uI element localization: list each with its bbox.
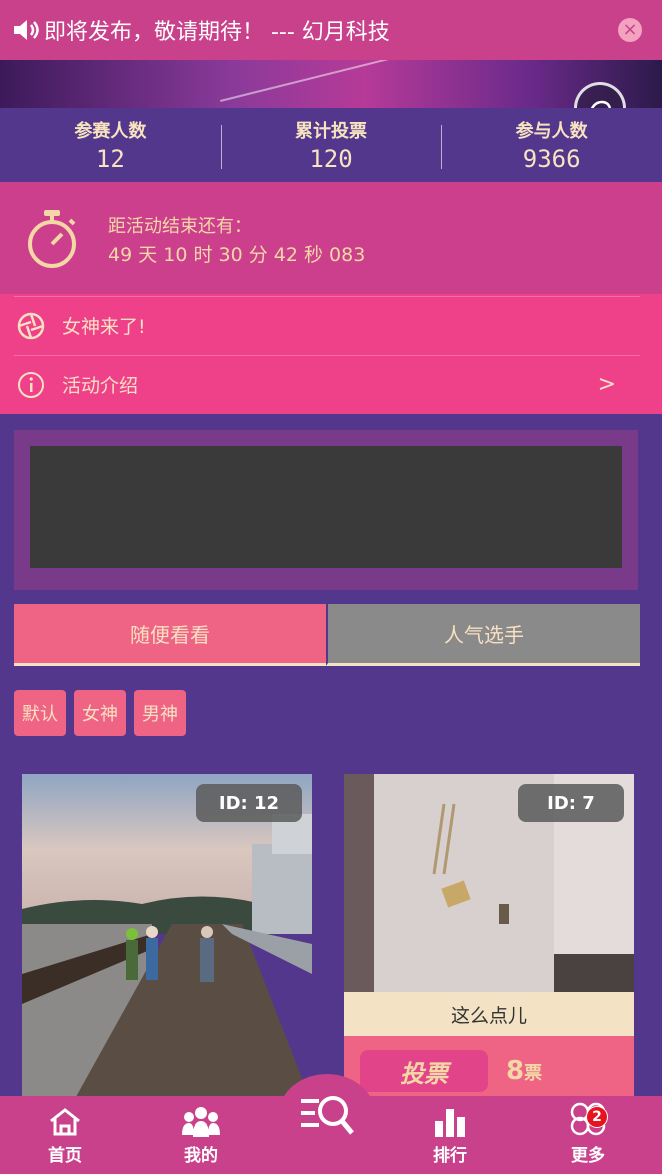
nav-home[interactable]: 首页	[15, 1096, 115, 1174]
stat-participants: 参与人数 9366	[441, 117, 662, 173]
contestant-card[interactable]: ID: 12	[22, 774, 312, 1104]
menu-item-label: 活动介绍	[62, 375, 139, 397]
filter-goddess[interactable]: 女神	[74, 690, 126, 736]
search-list-icon	[301, 1096, 354, 1135]
countdown-panel: 距活动结束还有： 49 天 10 时 30 分 42 秒 083	[0, 182, 662, 294]
vote-count: 8票	[506, 1056, 542, 1086]
home-icon	[50, 1108, 80, 1136]
contestant-photo	[22, 774, 312, 1104]
stat-contestants: 参赛人数 12	[0, 117, 221, 173]
nav-mine[interactable]: 我的	[151, 1096, 251, 1174]
speaker-icon	[12, 19, 44, 41]
stat-label: 累计投票	[295, 121, 367, 142]
nav-label: 我的	[184, 1146, 218, 1166]
filter-default[interactable]: 默认	[14, 690, 66, 736]
nav-label: 首页	[48, 1146, 82, 1166]
video-player[interactable]	[30, 446, 622, 568]
aperture-icon	[16, 311, 46, 341]
nav-more[interactable]: 更多 2	[538, 1096, 638, 1174]
contestant-id-badge: ID: 12	[196, 784, 302, 822]
vote-button[interactable]: 投票	[360, 1050, 488, 1092]
contestant-caption: 这么点儿	[344, 992, 634, 1036]
bar-chart-icon	[435, 1109, 465, 1137]
tab-popular[interactable]: 人气选手	[326, 604, 640, 666]
nav-search[interactable]	[279, 1074, 375, 1154]
stats-panel: 参赛人数 12 累计投票 120 参与人数 9366	[0, 108, 662, 182]
info-icon	[16, 370, 46, 400]
stat-value: 12	[95, 145, 125, 173]
tab-browse[interactable]: 随便看看	[14, 604, 326, 666]
menu-item-goddess[interactable]: 女神来了!	[14, 296, 640, 354]
vote-count-number: 8	[506, 1056, 525, 1086]
countdown-label: 距活动结束还有：	[108, 216, 252, 237]
stat-value: 9366	[522, 145, 581, 173]
announcement-bar: 即将发布，敬请期待！ --- 幻月科技 ×	[0, 0, 662, 60]
people-icon	[182, 1107, 220, 1137]
stat-value: 120	[309, 145, 353, 173]
vote-bar: 投票 8票	[344, 1036, 634, 1104]
nav-label: 排行	[433, 1146, 467, 1166]
vote-count-unit: 票	[524, 1063, 543, 1084]
notification-badge: 2	[586, 1106, 608, 1128]
banner-image	[0, 60, 662, 108]
menu-item-label: 女神来了!	[62, 316, 146, 338]
menu-item-intro[interactable]: 活动介绍 >	[14, 355, 640, 413]
nav-label: 更多	[571, 1146, 605, 1166]
countdown-value: 49 天 10 时 30 分 42 秒 083	[108, 244, 366, 266]
video-container	[14, 430, 638, 590]
announcement-text: 即将发布，敬请期待！ --- 幻月科技	[44, 20, 390, 45]
stat-total-votes: 累计投票 120	[220, 117, 442, 173]
stopwatch-icon	[24, 208, 80, 274]
close-icon[interactable]: ×	[618, 18, 642, 42]
contestant-card[interactable]: ID: 7 这么点儿 投票 8票	[344, 774, 634, 1104]
tab-bar: 随便看看 人气选手	[14, 604, 640, 666]
menu-list: 女神来了! 活动介绍 >	[0, 294, 662, 414]
contestant-id-badge: ID: 7	[518, 784, 624, 822]
stat-label: 参赛人数	[74, 121, 147, 142]
stat-label: 参与人数	[515, 121, 588, 142]
filter-group: 默认 女神 男神	[14, 690, 186, 736]
chevron-right-icon: >	[597, 372, 616, 397]
nav-ranking[interactable]: 排行	[400, 1096, 500, 1174]
filter-god[interactable]: 男神	[134, 690, 186, 736]
